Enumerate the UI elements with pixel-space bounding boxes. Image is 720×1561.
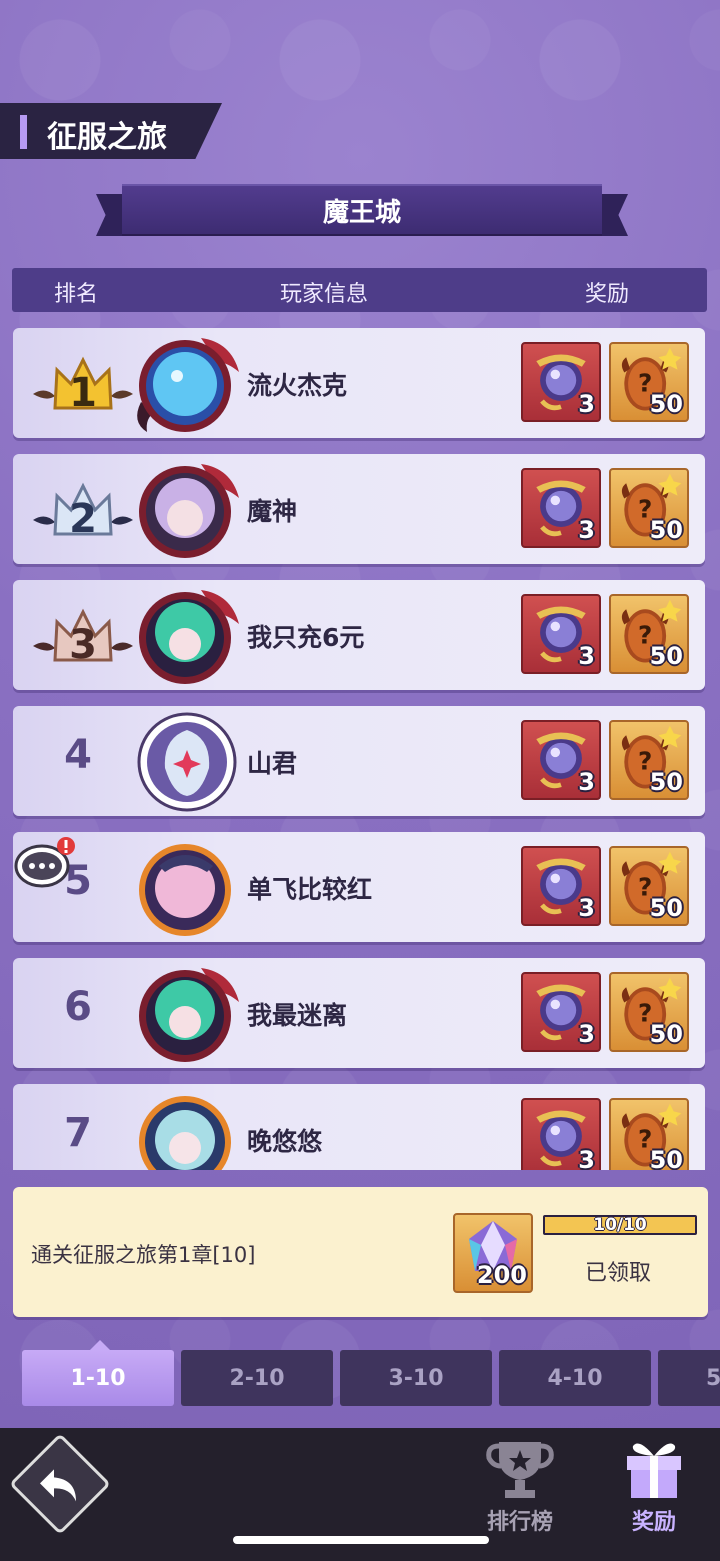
- chapter-tabs: 1-10 2-10 3-10 4-10 5: [22, 1350, 720, 1406]
- column-player: 玩家信息: [280, 282, 369, 307]
- quest-description: 通关征服之旅第1章[10]: [31, 1243, 256, 1267]
- tab-2-10[interactable]: 2-10: [181, 1350, 333, 1406]
- claim-status: 已领取: [585, 1261, 652, 1286]
- reward-quantity: 50: [649, 516, 683, 544]
- avatar[interactable]: [131, 332, 241, 434]
- reward-egg-item[interactable]: 50: [609, 342, 689, 422]
- avatar[interactable]: [131, 710, 241, 812]
- reward-quantity: 3: [578, 390, 595, 418]
- rank-number: 2: [69, 496, 97, 542]
- reward-gem-item[interactable]: 3: [521, 846, 601, 926]
- reward-egg-item[interactable]: 50: [609, 720, 689, 800]
- reward-gem-item[interactable]: 3: [521, 342, 601, 422]
- reward-gem-item[interactable]: 3: [521, 594, 601, 674]
- reward-quantity: 50: [649, 1020, 683, 1048]
- reward-quantity: 50: [649, 642, 683, 670]
- reward-gem-item[interactable]: 3: [521, 468, 601, 548]
- table-header: 排名 玩家信息 奖励: [12, 268, 707, 312]
- avatar[interactable]: [131, 458, 241, 560]
- player-name: 山君: [247, 749, 298, 778]
- reward-quantity: 50: [649, 390, 683, 418]
- quest-progress-bar: 10/10: [543, 1215, 697, 1235]
- home-indicator: [233, 1536, 489, 1544]
- title-accent-bar: [20, 115, 27, 149]
- avatar[interactable]: [131, 584, 241, 686]
- rank-number: 3: [69, 622, 97, 668]
- ranking-list[interactable]: 1 流火杰克 3 50 2 魔神 3 50 3 我只充6元 3 50 4 山君 …: [0, 320, 720, 1170]
- nav-rewards-label: 奖励: [631, 1510, 676, 1535]
- back-button[interactable]: [9, 1433, 111, 1535]
- tab-1-10[interactable]: 1-10: [22, 1350, 174, 1406]
- tab-5[interactable]: 5: [658, 1350, 720, 1406]
- player-name: 我最迷离: [247, 1001, 348, 1030]
- reward-quantity: 3: [578, 642, 595, 670]
- rank-number: 1: [69, 370, 97, 416]
- table-row: 6 我最迷离 3 50: [13, 958, 705, 1068]
- reward-gem-item[interactable]: 3: [521, 1098, 601, 1170]
- reward-egg-item[interactable]: 50: [609, 468, 689, 548]
- player-name: 流火杰克: [247, 371, 348, 400]
- progress-text: 10/10: [593, 1215, 647, 1235]
- page-title-tag: 征服之旅: [0, 103, 222, 159]
- reward-quantity: 3: [578, 768, 595, 796]
- rank-number: 4: [64, 732, 92, 778]
- table-row: 3 我只充6元 3 50: [13, 580, 705, 690]
- rank-crown-silver: 2: [33, 476, 133, 546]
- rank-number: 7: [64, 1110, 92, 1156]
- player-name: 魔神: [247, 497, 298, 526]
- nav-ranking-button[interactable]: 排行榜: [472, 1436, 568, 1536]
- nav-rewards-button[interactable]: 奖励: [606, 1436, 702, 1536]
- table-row: 2 魔神 3 50: [13, 454, 705, 564]
- rank-number: 6: [64, 984, 92, 1030]
- gift-icon: [627, 1443, 681, 1498]
- reward-quantity: 3: [578, 1020, 595, 1048]
- avatar[interactable]: [131, 836, 241, 938]
- player-name: 晚悠悠: [247, 1127, 323, 1156]
- avatar[interactable]: [131, 962, 241, 1064]
- reward-gem-item[interactable]: 3: [521, 720, 601, 800]
- column-rank: 排名: [54, 282, 99, 307]
- page-title: 征服之旅: [47, 120, 167, 155]
- tab-4-10[interactable]: 4-10: [499, 1350, 651, 1406]
- nav-ranking-label: 排行榜: [486, 1510, 553, 1535]
- reward-quantity: 50: [649, 768, 683, 796]
- table-row: 5 单飞比较红 3 50: [13, 832, 705, 942]
- reward-quantity: 3: [578, 516, 595, 544]
- reward-egg-item[interactable]: 50: [609, 846, 689, 926]
- quest-reward-item[interactable]: 200: [453, 1213, 533, 1293]
- tab-3-10[interactable]: 3-10: [340, 1350, 492, 1406]
- player-name: 我只充6元: [247, 623, 365, 652]
- reward-quantity: 50: [649, 1146, 683, 1170]
- avatar[interactable]: [131, 1088, 241, 1170]
- rank-crown-bronze: 3: [33, 602, 133, 672]
- rank-crown-gold: 1: [33, 350, 133, 420]
- quest-panel: 通关征服之旅第1章[10] 200 10/10 已领取: [13, 1187, 708, 1317]
- player-name: 单飞比较红: [247, 875, 373, 904]
- reward-gem-item[interactable]: 3: [521, 972, 601, 1052]
- back-arrow-icon: [40, 1469, 76, 1502]
- column-reward: 奖励: [585, 282, 630, 307]
- table-row: 7 晚悠悠 3 50: [13, 1084, 705, 1170]
- chat-bubble-icon[interactable]: [14, 836, 76, 892]
- reward-quantity: 200: [476, 1261, 527, 1289]
- table-row: 1 流火杰克 3 50: [13, 328, 705, 438]
- banner-body: 魔王城: [122, 184, 602, 236]
- active-tab-pointer: [90, 1340, 110, 1350]
- reward-quantity: 3: [578, 894, 595, 922]
- trophy-icon: [486, 1442, 554, 1498]
- reward-quantity: 3: [578, 1146, 595, 1170]
- reward-quantity: 50: [649, 894, 683, 922]
- stage-banner: 魔王城: [96, 184, 628, 240]
- reward-egg-item[interactable]: 50: [609, 594, 689, 674]
- reward-egg-item[interactable]: 50: [609, 1098, 689, 1170]
- reward-egg-item[interactable]: 50: [609, 972, 689, 1052]
- banner-title: 魔王城: [322, 197, 401, 228]
- table-row: 4 山君 3 50: [13, 706, 705, 816]
